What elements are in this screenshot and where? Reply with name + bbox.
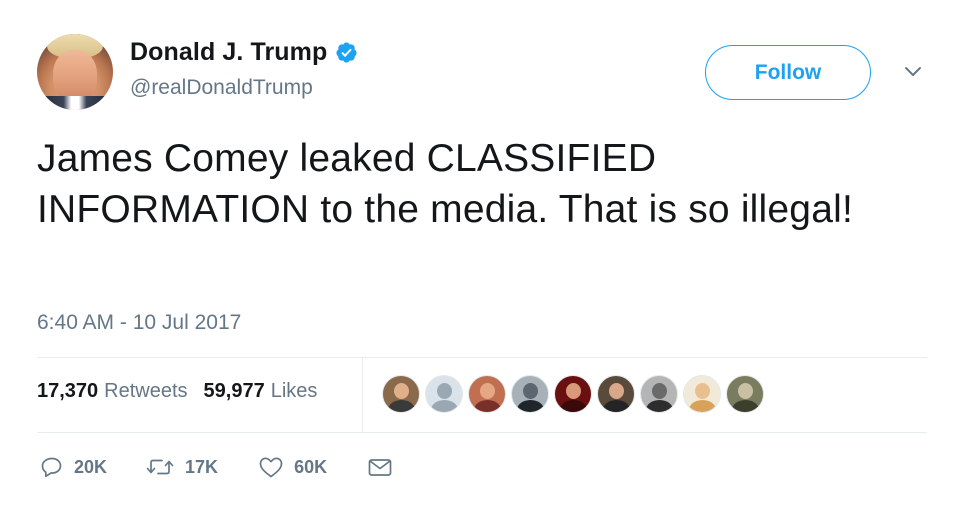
reply-count: 20K xyxy=(74,456,108,477)
liker-avatar[interactable] xyxy=(511,375,549,413)
tweet-text: James Comey leaked CLASSIFIED INFORMATIO… xyxy=(37,137,853,231)
retweets-stat[interactable]: 17,370 Retweets xyxy=(37,380,188,403)
author-avatar[interactable] xyxy=(37,34,113,110)
likes-stat[interactable]: 59,977 Likes xyxy=(204,380,318,403)
liker-avatar-body xyxy=(431,400,458,412)
tweet-stats: 17,370 Retweets 59,977 Likes xyxy=(37,380,317,403)
liker-avatar[interactable] xyxy=(382,375,420,413)
likes-count: 59,977 xyxy=(203,380,265,402)
avatar-face xyxy=(53,50,97,102)
liker-avatar-head xyxy=(652,383,667,399)
retweets-label: Retweets xyxy=(104,380,188,402)
verified-badge-icon xyxy=(336,42,357,63)
author-name-row: Donald J. Trump xyxy=(130,38,358,67)
author-display-name[interactable]: Donald J. Trump xyxy=(130,38,327,67)
reply-icon xyxy=(41,457,62,478)
chevron-down-icon[interactable] xyxy=(903,64,923,80)
retweet-count: 17K xyxy=(185,456,219,477)
liker-avatar[interactable] xyxy=(468,375,506,413)
liker-avatar-head xyxy=(695,383,710,399)
stats-separator xyxy=(362,357,363,432)
avatar-suit xyxy=(37,96,113,110)
liker-avatar-body xyxy=(388,400,415,412)
liker-avatar[interactable] xyxy=(554,375,592,413)
liker-avatar-head xyxy=(394,383,409,399)
tweet-actions: 20K 17K 60K xyxy=(40,455,393,479)
author-handle[interactable]: @realDonaldTrump xyxy=(130,76,313,100)
envelope-icon xyxy=(368,459,392,476)
liker-avatar-body xyxy=(517,400,544,412)
liker-avatar[interactable] xyxy=(640,375,678,413)
liker-avatar-body xyxy=(603,400,630,412)
like-button[interactable]: 60K xyxy=(258,455,327,479)
liker-avatar-body xyxy=(474,400,501,412)
liker-avatar-head xyxy=(523,383,538,399)
liker-avatar-head xyxy=(566,383,581,399)
liker-avatar-head xyxy=(738,383,753,399)
like-count: 60K xyxy=(294,456,328,477)
heart-icon xyxy=(259,457,283,478)
retweets-count: 17,370 xyxy=(37,380,99,402)
liker-avatar[interactable] xyxy=(425,375,463,413)
liker-avatars xyxy=(382,375,769,413)
reply-button[interactable]: 20K xyxy=(40,455,107,479)
liker-avatar-body xyxy=(732,400,759,412)
liker-avatar-body xyxy=(560,400,587,412)
retweet-icon xyxy=(146,459,174,475)
divider-top xyxy=(37,357,927,358)
tweet-card: Donald J. Trump @realDonaldTrump Follow … xyxy=(0,0,980,514)
liker-avatar-head xyxy=(480,383,495,399)
liker-avatar-body xyxy=(689,400,716,412)
liker-avatar[interactable] xyxy=(597,375,635,413)
follow-button[interactable]: Follow xyxy=(705,45,871,100)
divider-bottom xyxy=(37,432,927,433)
liker-avatar-body xyxy=(646,400,673,412)
liker-avatar[interactable] xyxy=(726,375,764,413)
tweet-timestamp[interactable]: 6:40 AM - 10 Jul 2017 xyxy=(37,311,241,335)
liker-avatar-head xyxy=(437,383,452,399)
direct-message-button[interactable] xyxy=(367,455,393,479)
likes-label: Likes xyxy=(270,380,318,402)
liker-avatar[interactable] xyxy=(683,375,721,413)
liker-avatar-head xyxy=(609,383,624,399)
retweet-button[interactable]: 17K xyxy=(145,455,218,479)
